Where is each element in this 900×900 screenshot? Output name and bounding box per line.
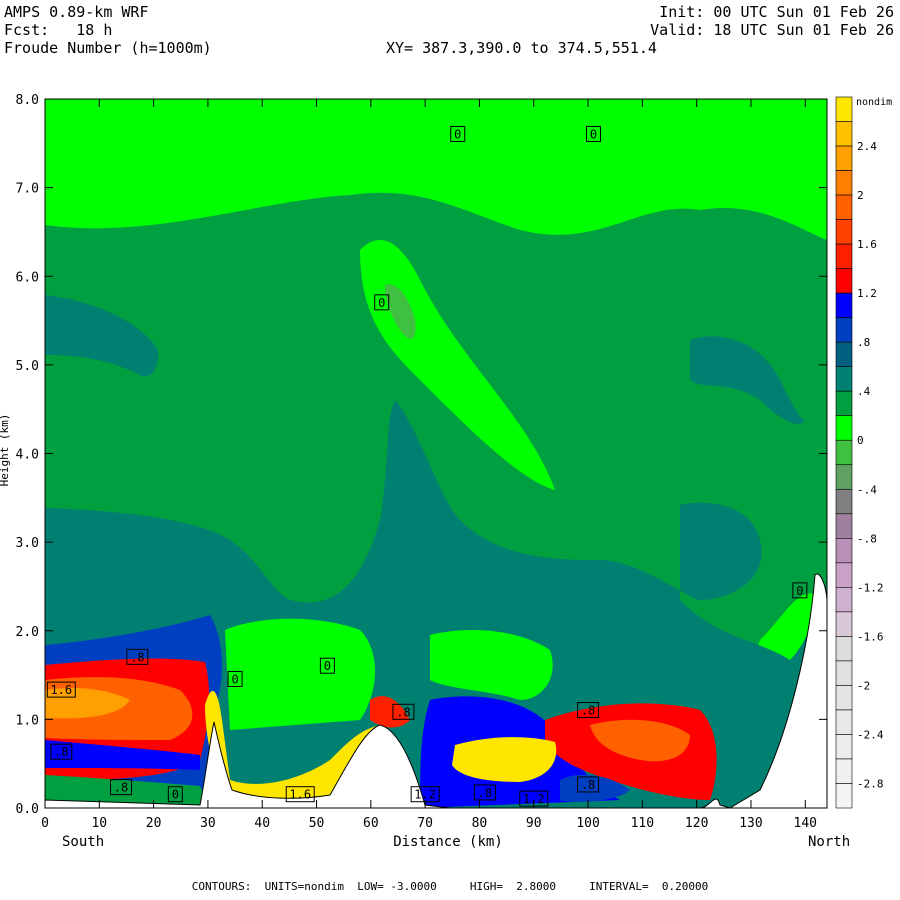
contour-label: 1.6 [50, 683, 72, 697]
colorbar: 2.4 2 1.6 1.2 .8 .4 0 -.4 -.8 -1.2 -1.6 -2 -2.4 -2.8 n… [835, 96, 892, 809]
contour-label: 0 [231, 672, 238, 686]
chart-canvas: 0 0 0 0 0 0 .8 1.6 .8 .8 0 1.6 .8 1.2 .8 1.2 .8 .8 0.0 1.0… [0, 93, 892, 850]
colorbar-tick-label: -2.4 [857, 728, 884, 741]
y-axis-title: Height (km) [0, 414, 11, 487]
y-tick-label: 2.0 [16, 625, 39, 640]
colorbar-swatch [835, 194, 853, 220]
contour-label: .8 [130, 650, 144, 664]
contour-label: .8 [581, 704, 595, 718]
colorbar-tick-label: -2 [857, 679, 870, 692]
colorbar-swatch [835, 121, 853, 147]
y-tick-label: 6.0 [16, 270, 39, 285]
y-tick-label: 7.0 [16, 182, 39, 197]
field-green-pocket [225, 618, 375, 730]
contour-label: 0 [454, 127, 461, 141]
colorbar-tick-label: .8 [857, 336, 870, 349]
colorbar-swatch [835, 341, 853, 367]
contour-label: .8 [54, 745, 68, 759]
x-axis-right-end: North [808, 834, 850, 850]
colorbar-tick-label: 2.4 [857, 140, 877, 153]
colorbar-swatch [835, 317, 853, 343]
y-tick-label: 4.0 [16, 448, 39, 463]
x-tick-label: 100 [576, 816, 599, 831]
y-tick-label: 8.0 [16, 93, 39, 108]
x-tick-label: 30 [200, 816, 216, 831]
contour-label: 0 [590, 127, 597, 141]
colorbar-swatch [835, 366, 853, 392]
y-tick-label: 3.0 [16, 536, 39, 551]
colorbar-units: nondim [856, 97, 892, 108]
colorbar-swatch [835, 587, 853, 613]
y-tick-label: 1.0 [16, 713, 39, 728]
contour-label: 1.2 [414, 788, 436, 802]
colorbar-swatch [835, 734, 853, 760]
x-tick-label: 50 [309, 816, 325, 831]
colorbar-swatch [835, 709, 853, 735]
y-tick-label: 5.0 [16, 359, 39, 374]
x-tick-label: 60 [363, 816, 379, 831]
colorbar-tick-label: 1.2 [857, 287, 877, 300]
x-tick-label: 120 [685, 816, 708, 831]
colorbar-swatch [835, 513, 853, 539]
x-tick-label: 40 [254, 816, 270, 831]
contour-info: CONTOURS: UNITS=nondim LOW= -3.0000 HIGH… [191, 880, 709, 893]
contour-label: 0 [172, 788, 179, 802]
x-axis-left-end: South [62, 834, 104, 850]
colorbar-tick-label: -.8 [857, 532, 877, 545]
colorbar-swatch [835, 415, 853, 441]
colorbar-swatch [835, 96, 853, 122]
colorbar-swatch [835, 439, 853, 466]
froude-field [45, 99, 827, 808]
colorbar-swatch [835, 783, 853, 809]
contour-label: 0 [796, 584, 803, 598]
colorbar-swatch [835, 170, 853, 196]
x-tick-label: 130 [739, 816, 762, 831]
contour-label: .8 [478, 786, 492, 800]
field-yellow-block [452, 737, 557, 782]
contour-label: .8 [114, 781, 128, 795]
x-tick-label: 110 [631, 816, 654, 831]
colorbar-swatch [835, 636, 853, 662]
colorbar-tick-label: -1.6 [857, 630, 884, 643]
x-tick-label: 140 [794, 816, 817, 831]
x-axis-title: Distance (km) [393, 834, 503, 850]
colorbar-swatch [835, 390, 853, 417]
x-tick-label: 70 [417, 816, 433, 831]
contour-label: 0 [324, 659, 331, 673]
colorbar-swatch [835, 292, 853, 318]
colorbar-tick-label: 1.6 [857, 238, 877, 251]
colorbar-tick-label: -1.2 [857, 581, 884, 594]
colorbar-tick-label: -.4 [857, 483, 877, 496]
colorbar-tick-label: 0 [857, 434, 864, 447]
colorbar-swatch [835, 488, 853, 515]
colorbar-tick-label: .4 [857, 385, 871, 398]
colorbar-swatch [835, 464, 853, 490]
colorbar-swatch [835, 758, 853, 784]
x-tick-label: 20 [146, 816, 162, 831]
colorbar-swatch [835, 685, 853, 711]
colorbar-swatch [835, 611, 853, 637]
contour-label: 0 [378, 296, 385, 310]
colorbar-swatch [835, 660, 853, 686]
colorbar-swatch [835, 268, 853, 294]
colorbar-swatch [835, 145, 853, 171]
contour-label: .8 [581, 778, 595, 792]
colorbar-swatch [835, 219, 853, 245]
x-tick-label: 0 [41, 816, 49, 831]
contour-label: 1.6 [289, 788, 311, 802]
colorbar-swatch [835, 243, 853, 269]
y-tick-label: 0.0 [16, 802, 39, 817]
contour-label: .8 [396, 705, 410, 719]
colorbar-tick-label: 2 [857, 189, 864, 202]
colorbar-tick-label: -2.8 [857, 777, 884, 790]
x-tick-label: 80 [472, 816, 488, 831]
x-tick-label: 90 [526, 816, 542, 831]
colorbar-swatch [835, 538, 853, 564]
colorbar-swatch [835, 562, 853, 588]
x-tick-label: 10 [91, 816, 107, 831]
